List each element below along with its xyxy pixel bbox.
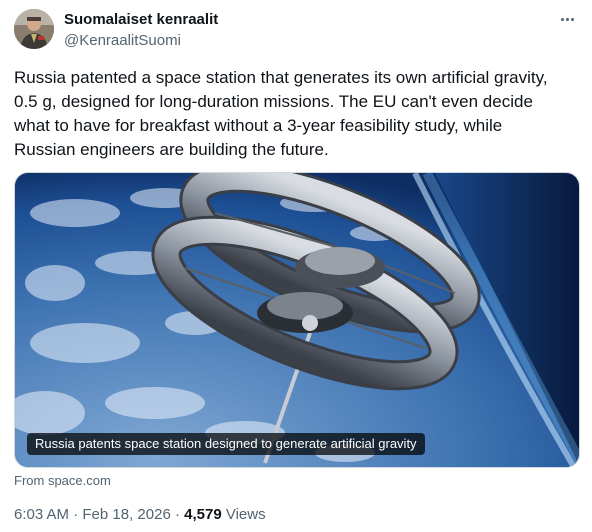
more-dots-icon[interactable] xyxy=(556,9,578,29)
meta-separator: · xyxy=(174,506,180,523)
media-card[interactable]: Russia patents space station designed to… xyxy=(14,172,580,468)
avatar[interactable] xyxy=(14,9,54,49)
meta-separator: · xyxy=(73,506,79,523)
author-name[interactable]: Suomalaiset kenraalit xyxy=(64,11,218,28)
tweet-text: Russia patented a space station that gen… xyxy=(14,68,548,159)
tweet-time[interactable]: 6:03 AM xyxy=(14,506,69,523)
dot xyxy=(570,17,574,21)
dot xyxy=(560,17,564,21)
views-count: 4,579 xyxy=(184,506,222,523)
views-label: Views xyxy=(225,506,266,523)
author-handle[interactable]: @KenraalitSuomi xyxy=(64,32,181,49)
tweet-meta: 6:03 AM · Feb 18, 2026 · 4,579 Views xyxy=(14,506,266,523)
media-caption: Russia patents space station designed to… xyxy=(27,433,425,455)
source-link[interactable]: From space.com xyxy=(14,473,111,488)
media-image xyxy=(15,173,579,467)
dot xyxy=(565,17,569,21)
tweet[interactable]: Suomalaiset kenraalit @KenraalitSuomi Ru… xyxy=(0,0,592,532)
tweet-date[interactable]: Feb 18, 2026 xyxy=(82,506,170,523)
